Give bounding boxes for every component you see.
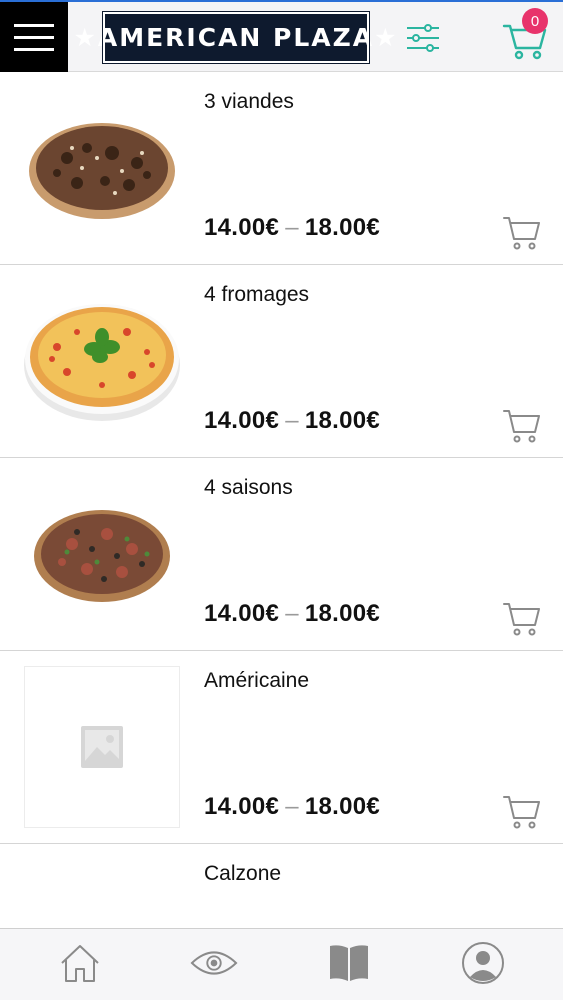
price-min: 14.00€ — [204, 214, 280, 241]
product-price: 14.00€ –18.00€ — [204, 600, 380, 628]
user-icon — [462, 942, 504, 984]
cart-count-badge: 0 — [522, 8, 548, 34]
product-name[interactable]: 3 viandes — [204, 90, 294, 114]
sliders-icon — [407, 24, 439, 52]
cart-icon — [503, 796, 540, 829]
price-separator: – — [285, 793, 299, 820]
menu-line — [14, 47, 54, 51]
brand-logo-text: ★AMERICAN PLAZA★ — [73, 23, 399, 52]
cart-icon — [503, 410, 540, 443]
product-price: 14.00€ –18.00€ — [204, 214, 380, 242]
pizza-cheese-image — [24, 304, 180, 421]
tab-menu-book[interactable] — [325, 939, 373, 987]
product-image[interactable] — [22, 666, 182, 828]
product-name[interactable]: 4 saisons — [204, 476, 293, 500]
product-item[interactable]: 4 fromages 14.00€ –18.00€ — [0, 265, 563, 458]
add-to-cart-button[interactable] — [502, 405, 542, 445]
product-item[interactable]: 3 viandes 14.00€ –18.00€ — [0, 72, 563, 265]
price-max: 18.00€ — [304, 793, 381, 820]
price-separator: – — [285, 214, 299, 241]
menu-line — [14, 23, 54, 27]
add-to-cart-button[interactable] — [502, 791, 542, 831]
price-min: 14.00€ — [204, 793, 280, 820]
hamburger-menu-button[interactable] — [0, 2, 68, 72]
price-min: 14.00€ — [204, 600, 280, 627]
cart-icon — [503, 217, 540, 250]
home-icon — [61, 945, 99, 982]
price-max: 18.00€ — [304, 600, 381, 627]
image-placeholder — [24, 666, 180, 828]
app-header: ★AMERICAN PLAZA★ 0 — [0, 0, 563, 72]
brand-logo[interactable]: ★AMERICAN PLAZA★ — [73, 11, 397, 64]
product-image[interactable] — [22, 474, 182, 634]
filter-settings-button[interactable] — [404, 22, 442, 54]
product-price: 14.00€ –18.00€ — [204, 407, 380, 435]
cart-icon — [503, 603, 540, 636]
add-to-cart-button[interactable] — [502, 598, 542, 638]
book-icon — [330, 945, 368, 981]
price-separator: – — [285, 407, 299, 434]
pizza-meat-image — [29, 123, 175, 219]
product-name[interactable]: 4 fromages — [204, 283, 309, 307]
bottom-tab-bar — [0, 928, 563, 1000]
eye-icon — [190, 951, 238, 975]
product-item[interactable]: 4 saisons 14.00€ –18.00€ — [0, 458, 563, 651]
product-image[interactable] — [22, 88, 182, 248]
tab-account[interactable] — [459, 939, 507, 987]
price-separator: – — [285, 600, 299, 627]
image-placeholder-icon — [81, 726, 123, 768]
add-to-cart-button[interactable] — [502, 212, 542, 252]
product-price: 14.00€ –18.00€ — [204, 793, 380, 821]
product-name[interactable]: Américaine — [204, 669, 309, 693]
product-name[interactable]: Calzone — [204, 862, 281, 886]
menu-line — [14, 35, 54, 39]
tab-view[interactable] — [190, 939, 238, 987]
price-max: 18.00€ — [304, 407, 381, 434]
price-min: 14.00€ — [204, 407, 280, 434]
product-image[interactable] — [22, 281, 182, 441]
price-max: 18.00€ — [304, 214, 381, 241]
tab-home[interactable] — [56, 939, 104, 987]
pizza-seasons-image — [34, 510, 170, 602]
product-item[interactable]: Américaine 14.00€ –18.00€ — [0, 651, 563, 844]
